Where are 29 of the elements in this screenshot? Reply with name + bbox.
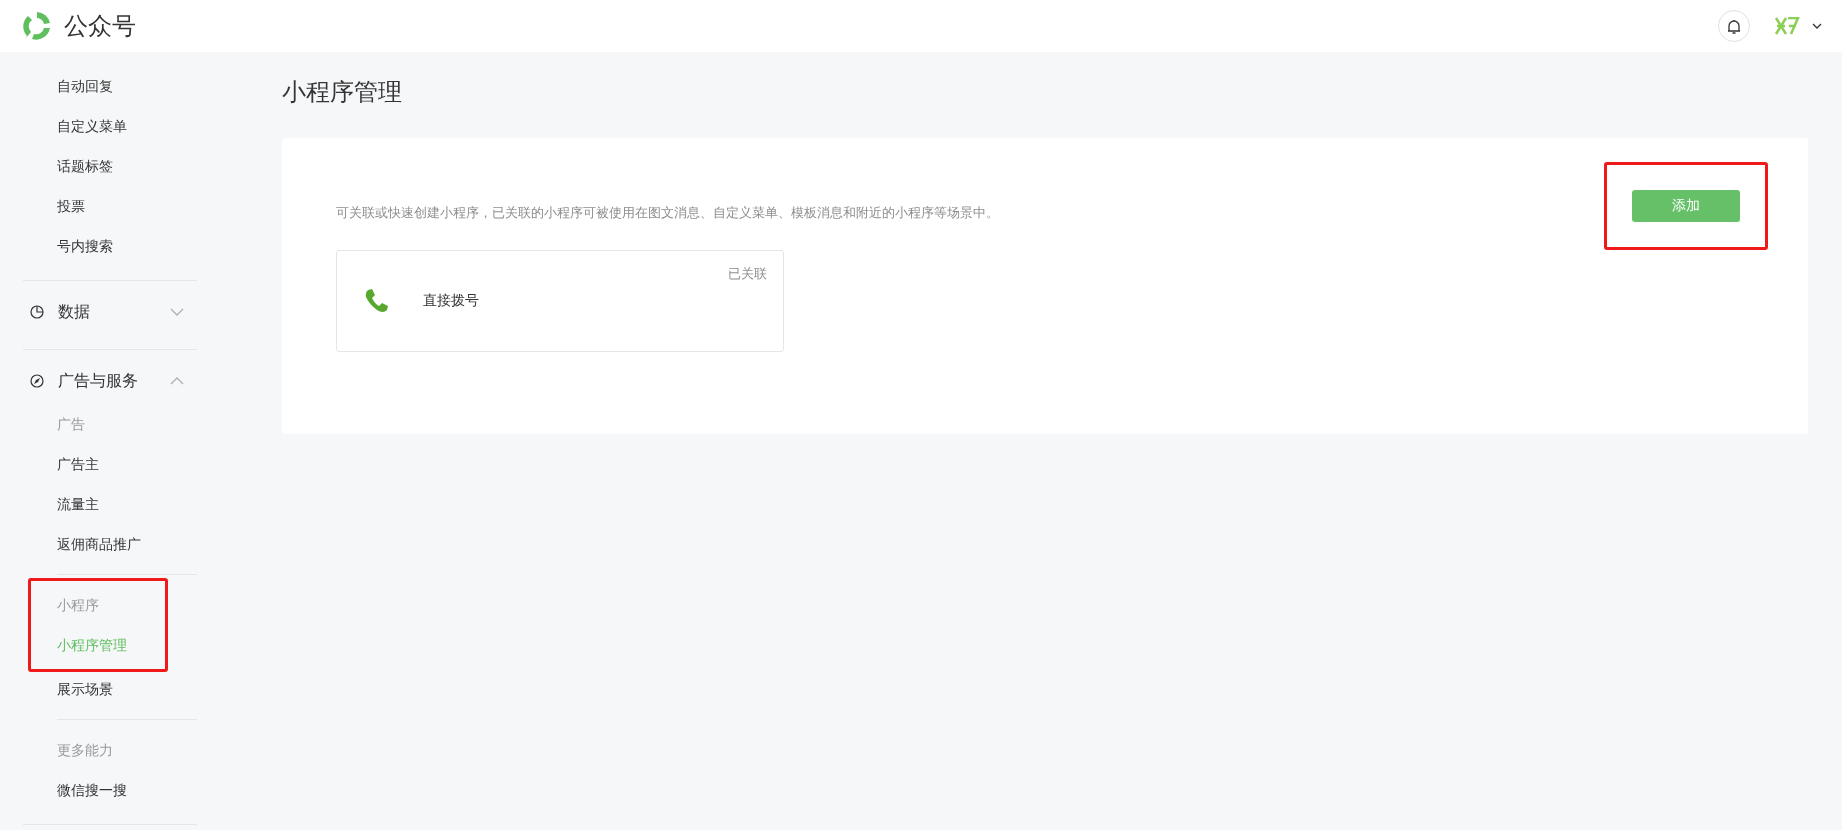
sidebar-item[interactable]: 微信搜一搜 bbox=[0, 770, 200, 810]
sidebar-category[interactable]: 广告与服务 bbox=[0, 364, 200, 398]
notification-button[interactable] bbox=[1718, 10, 1750, 42]
sidebar-item[interactable]: 流量主 bbox=[0, 484, 200, 524]
sidebar-item[interactable]: 广告主 bbox=[0, 444, 200, 484]
brand-name: 公众号 bbox=[64, 11, 136, 42]
sidebar-item[interactable]: 号内搜索 bbox=[0, 226, 200, 266]
page-title: 小程序管理 bbox=[282, 77, 403, 108]
sidebar-item[interactable]: 展示场景 bbox=[0, 669, 200, 709]
sidebar-item[interactable]: 投票 bbox=[0, 186, 200, 226]
pie-chart-icon bbox=[30, 305, 44, 319]
bell-icon bbox=[1726, 17, 1742, 35]
sidebar-item[interactable]: 返佣商品推广 bbox=[0, 524, 200, 564]
sidebar-heading: 小程序 bbox=[56, 596, 100, 615]
sidebar-heading: 广告 bbox=[56, 415, 86, 434]
phone-icon bbox=[363, 288, 389, 314]
category-label: 数据 bbox=[58, 301, 91, 323]
caret-icon[interactable] bbox=[1812, 23, 1822, 29]
description-text: 可关联或快速创建小程序，已关联的小程序可被使用在图文消息、自定义菜单、模板消息和附近的小程序等场景中。 bbox=[336, 204, 1000, 222]
mini-program-card[interactable]: 直接拨号 已关联 bbox=[336, 250, 784, 352]
compass-icon bbox=[30, 374, 44, 388]
sidebar-item[interactable]: 自动回复 bbox=[0, 66, 200, 106]
mini-program-name: 直接拨号 bbox=[423, 292, 479, 310]
sidebar-category[interactable]: 数据 bbox=[0, 295, 200, 329]
status-label: 已关联 bbox=[728, 265, 767, 283]
category-label: 广告与服务 bbox=[58, 370, 139, 392]
sidebar-heading: 更多能力 bbox=[56, 741, 114, 760]
sidebar-item[interactable]: 话题标签 bbox=[0, 146, 200, 186]
sidebar-item[interactable]: 自定义菜单 bbox=[0, 106, 200, 146]
